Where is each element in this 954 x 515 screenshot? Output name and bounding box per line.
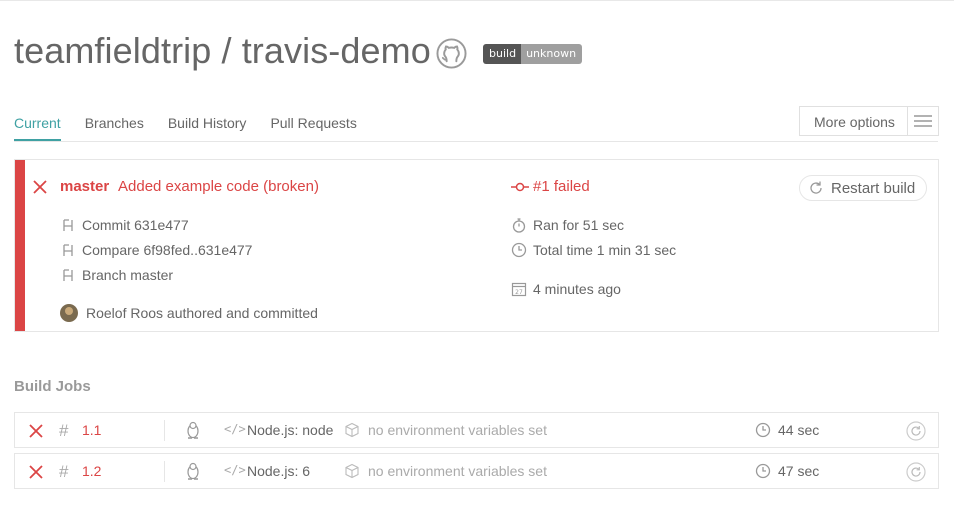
current-build-card: master Added example code (broken) Commi… xyxy=(14,159,939,332)
restart-icon xyxy=(810,181,822,194)
hash-icon: # xyxy=(59,421,69,440)
restart-build-label: Restart build xyxy=(831,179,916,197)
build-status-text: #1 failed xyxy=(533,178,590,195)
job-language: Node.js: 6 xyxy=(247,463,311,479)
stopwatch-icon xyxy=(511,217,527,233)
author-text: Roelof Roos authored and committed xyxy=(86,305,318,321)
box-icon xyxy=(345,422,359,438)
top-border xyxy=(0,0,954,1)
tab-current[interactable]: Current xyxy=(14,115,61,141)
code-icon: </> xyxy=(224,422,246,436)
commit-dot-icon xyxy=(511,182,529,191)
calendar-day: 27 xyxy=(515,289,523,296)
more-options-button[interactable]: More options xyxy=(799,106,939,136)
job-row[interactable]: # 1.2 </> Node.js: 6 no environment vari… xyxy=(14,453,939,489)
build-jobs-title: Build Jobs xyxy=(14,378,91,395)
repo-tabs: Current Branches Build History Pull Requ… xyxy=(14,115,381,141)
job-language: Node.js: node xyxy=(247,422,333,438)
job-row[interactable]: # 1.1 </> Node.js: node no environment v… xyxy=(14,412,939,448)
compare-text: Compare 6f98fed..631e477 xyxy=(82,242,253,258)
job-env: no environment variables set xyxy=(368,463,547,479)
badge-label: build xyxy=(483,44,522,64)
commit-text: Commit 631e477 xyxy=(82,217,189,233)
total-time: Total time 1 min 31 sec xyxy=(511,242,676,258)
job-env: no environment variables set xyxy=(368,422,547,438)
branch-icon xyxy=(60,267,76,283)
branch-text: Branch master xyxy=(82,267,174,283)
commit-link[interactable]: Commit 631e477 xyxy=(60,217,189,233)
more-options-label: More options xyxy=(800,107,908,135)
finished-ago: 27 4 minutes ago xyxy=(511,281,621,297)
compare-icon xyxy=(60,242,76,258)
job-duration: 44 sec xyxy=(778,422,820,438)
github-icon[interactable] xyxy=(436,38,467,69)
job-number[interactable]: 1.1 xyxy=(82,422,101,438)
restart-icon[interactable] xyxy=(906,421,926,441)
hash-icon: # xyxy=(59,462,69,481)
avatar xyxy=(60,304,78,322)
linux-icon xyxy=(187,462,199,480)
linux-icon xyxy=(187,421,199,439)
build-branch[interactable]: master xyxy=(60,178,109,195)
build-status-badge[interactable]: build unknown xyxy=(483,44,583,64)
tab-build-history[interactable]: Build History xyxy=(168,115,247,141)
job-divider xyxy=(164,461,165,482)
close-icon xyxy=(33,180,47,194)
hamburger-icon[interactable] xyxy=(908,107,938,135)
job-number[interactable]: 1.2 xyxy=(82,463,101,479)
repo-title[interactable]: teamfieldtrip / travis-demo xyxy=(14,30,431,72)
tabs-divider xyxy=(14,141,938,142)
calendar-icon: 27 xyxy=(511,281,527,297)
ran-for-text: Ran for 51 sec xyxy=(533,217,625,233)
restart-icon[interactable] xyxy=(906,462,926,482)
compare-link[interactable]: Compare 6f98fed..631e477 xyxy=(60,242,252,258)
job-duration: 47 sec xyxy=(778,463,820,479)
finished-ago-text: 4 minutes ago xyxy=(533,281,621,297)
total-time-text: Total time 1 min 31 sec xyxy=(533,242,677,258)
tab-pull-requests[interactable]: Pull Requests xyxy=(270,115,356,141)
badge-value: unknown xyxy=(521,44,583,64)
commit-message[interactable]: Added example code (broken) xyxy=(118,178,319,195)
branch-link[interactable]: Branch master xyxy=(60,267,173,283)
ran-for: Ran for 51 sec xyxy=(511,217,624,233)
job-divider xyxy=(164,420,165,441)
code-icon: </> xyxy=(224,463,246,477)
restart-build-button[interactable]: Restart build xyxy=(799,175,927,201)
build-status[interactable]: #1 failed xyxy=(511,178,590,195)
clock-icon xyxy=(755,422,771,438)
close-icon xyxy=(29,424,43,438)
tab-branches[interactable]: Branches xyxy=(85,115,144,141)
author-line: Roelof Roos authored and committed xyxy=(60,304,318,322)
clock-icon xyxy=(511,242,527,258)
clock-icon xyxy=(755,463,771,479)
failed-status-stripe xyxy=(15,160,25,331)
close-icon xyxy=(29,465,43,479)
box-icon xyxy=(345,463,359,479)
commit-icon xyxy=(60,217,76,233)
